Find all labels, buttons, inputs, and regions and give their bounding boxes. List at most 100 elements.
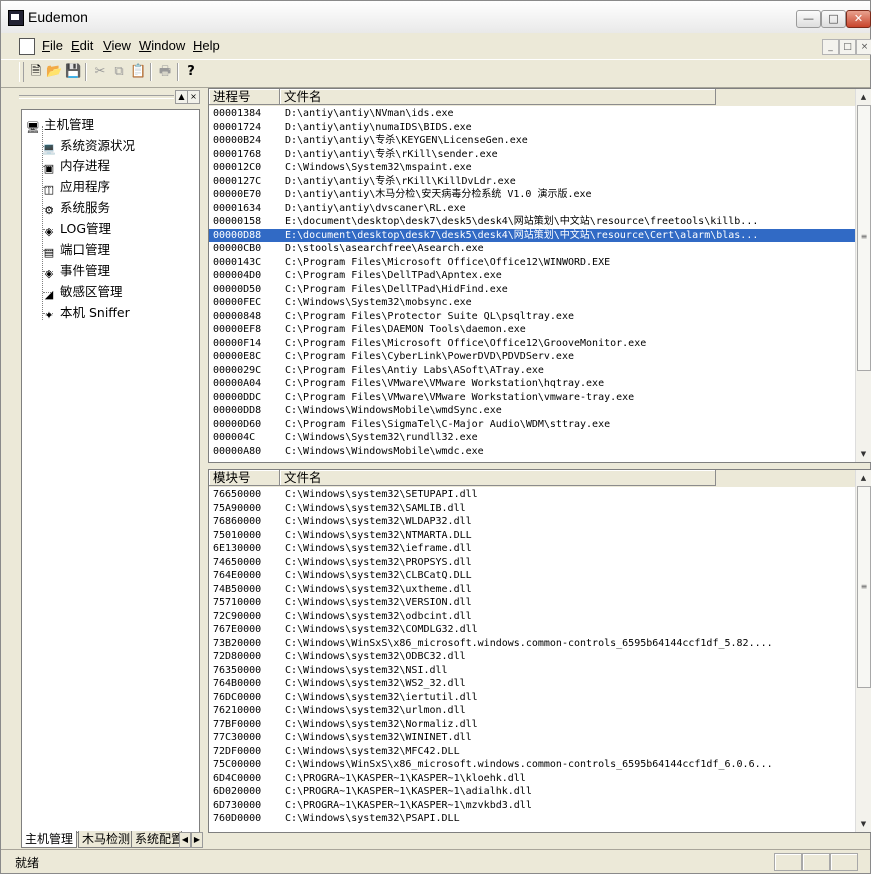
column-module-id[interactable]: 模块号 [209,470,280,486]
module-row[interactable]: 74B50000 C:\Windows\system32\uxtheme.dll [209,583,857,596]
module-row[interactable]: 72D80000 C:\Windows\system32\ODBC32.dll [209,650,857,663]
tab-scroll-right-button[interactable]: ▶ [191,832,203,848]
tree-item-services[interactable]: ⚙ 系统服务 [42,199,110,217]
mdi-restore-button[interactable]: □ [839,39,856,55]
pane-grip[interactable] [19,95,174,99]
scroll-up-icon[interactable]: ▲ [856,470,871,486]
menu-edit[interactable]: Edit [71,38,93,53]
module-row[interactable]: 76350000 C:\Windows\system32\NSI.dll [209,664,857,677]
process-row[interactable]: 00000CB0 D:\stools\asearchfree\Asearch.ex… [209,242,857,255]
process-row[interactable]: 00000F14 C:\Program Files\Microsoft Offic… [209,337,857,350]
mdi-minimize-button[interactable]: _ [822,39,839,55]
process-row[interactable]: 00000DD8 C:\Windows\WindowsMobile\wmdSync… [209,404,857,417]
module-row[interactable]: 75C00000 C:\Windows\WinSxS\x86_microsoft.… [209,758,857,771]
new-icon[interactable]: 🗎 [28,63,44,80]
document-icon[interactable] [19,38,35,55]
module-row[interactable]: 6D730000 C:\PROGRA~1\KASPER~1\KASPER~1\mz… [209,799,857,812]
menu-help[interactable]: Help [193,38,220,53]
print-icon[interactable]: 🖶 [157,63,173,80]
process-row[interactable]: 00001724 D:\antiy\antiy\numaIDS\BIDS.exe [209,121,857,134]
column-file-name[interactable]: 文件名 [280,470,716,486]
module-row[interactable]: 74650000 C:\Windows\system32\PROPSYS.dll [209,556,857,569]
module-row[interactable]: 75A90000 C:\Windows\system32\SAMLIB.dll [209,502,857,515]
scroll-down-icon[interactable]: ▼ [856,816,871,832]
process-row[interactable]: 00000E8C C:\Program Files\CyberLink\Power… [209,350,857,363]
process-row[interactable]: 00000A04 C:\Program Files\VMware\VMware W… [209,377,857,390]
tree-root[interactable]: 🖥 主机管理 [26,116,94,134]
maximize-button[interactable]: □ [821,10,846,28]
column-file-name[interactable]: 文件名 [280,89,716,105]
scroll-down-icon[interactable]: ▼ [856,446,871,462]
menu-window[interactable]: Window [139,38,185,53]
process-row[interactable]: 00000D50 C:\Program Files\DellTPad\HidFin… [209,283,857,296]
module-row[interactable]: 767E0000 C:\Windows\system32\COMDLG32.dll [209,623,857,636]
process-row[interactable]: 00001634 D:\antiy\antiy\dvscaner\RL.exe [209,202,857,215]
paste-icon[interactable]: 📋 [130,63,146,80]
module-row[interactable]: 6D4C0000 C:\PROGRA~1\KASPER~1\KASPER~1\kl… [209,772,857,785]
process-row[interactable]: 0000029C C:\Program Files\Antiy Labs\ASof… [209,364,857,377]
scroll-thumb[interactable]: ≡ [857,486,871,688]
tree-item-sniffer[interactable]: ✦ 本机 Sniffer [42,304,129,322]
module-row[interactable]: 6D020000 C:\PROGRA~1\KASPER~1\KASPER~1\ad… [209,785,857,798]
process-row[interactable]: 00000FEC C:\Windows\System32\mobsync.exe [209,296,857,309]
minimize-button[interactable]: — [796,10,821,28]
process-row[interactable]: 00000D88 E:\document\desktop\desk7\desk5\… [209,228,857,242]
process-row[interactable]: 00000158 E:\document\desktop\desk7\desk5\… [209,215,857,228]
menu-file[interactable]: File [42,38,63,53]
open-icon[interactable]: 📂 [46,63,62,80]
process-row[interactable]: 000004C C:\Windows\System32\rundll32.exe [209,431,857,444]
module-row[interactable]: 764B0000 C:\Windows\system32\WS2_32.dll [209,677,857,690]
module-row[interactable]: 76210000 C:\Windows\system32\urlmon.dll [209,704,857,717]
module-row[interactable]: 76650000 C:\Windows\system32\SETUPAPI.dll [209,488,857,501]
process-row[interactable]: 00001384 D:\antiy\antiy\NVman\ids.exe [209,107,857,120]
process-row[interactable]: 00000E70 D:\antiy\antiy\木马分检\安天病毒分检系统 V1.… [209,188,857,201]
process-row[interactable]: 0000127C D:\antiy\antiy\专杀\rKill\KillDvLd… [209,175,857,188]
cut-icon[interactable]: ✂ [92,63,108,80]
scroll-thumb[interactable]: ≡ [857,105,871,371]
process-row[interactable]: 00000DDC C:\Program Files\VMware\VMware W… [209,391,857,404]
process-row[interactable]: 00001768 D:\antiy\antiy\专杀\rKill\sender.e… [209,148,857,161]
process-row[interactable]: 000004D0 C:\Program Files\DellTPad\Apntex… [209,269,857,282]
process-row[interactable]: 00000EF8 C:\Program Files\DAEMON Tools\da… [209,323,857,336]
module-row[interactable]: 72DF0000 C:\Windows\system32\MFC42.DLL [209,745,857,758]
tree-item-sensitive-zone[interactable]: ◢ 敏感区管理 [42,283,123,301]
module-row[interactable]: 76DC0000 C:\Windows\system32\iertutil.dll [209,691,857,704]
module-row[interactable]: 76860000 C:\Windows\system32\WLDAP32.dll [209,515,857,528]
tab-host-management[interactable]: 主机管理 [21,831,78,848]
module-row[interactable]: 77C30000 C:\Windows\system32\WININET.dll [209,731,857,744]
module-row[interactable]: 73B20000 C:\Windows\WinSxS\x86_microsoft.… [209,637,857,650]
tab-system-config[interactable]: 系统配置 [131,831,182,848]
pane-close-button[interactable]: × [187,90,200,104]
module-row[interactable]: 760D0000 C:\Windows\system32\PSAPI.DLL [209,812,857,825]
process-row[interactable]: 00000848 C:\Program Files\Protector Suite… [209,310,857,323]
module-list-scrollbar[interactable]: ▲ ≡ ▼ [855,470,871,832]
help-icon[interactable]: ? [183,63,199,80]
process-row[interactable]: 00000D60 C:\Program Files\SigmaTel\C-Majo… [209,418,857,431]
tree-item-system-resources[interactable]: 💻 系统资源状况 [42,137,135,155]
tree-item-log[interactable]: ◈ LOG管理 [42,220,111,238]
column-process-id[interactable]: 进程号 [209,89,280,105]
menu-view[interactable]: View [103,38,131,53]
module-row[interactable]: 75010000 C:\Windows\system32\NTMARTA.DLL [209,529,857,542]
toolbar-grip[interactable] [19,62,24,82]
module-row[interactable]: 72C90000 C:\Windows\system32\odbcint.dll [209,610,857,623]
tab-scroll-left-button[interactable]: ◀ [179,832,191,848]
scroll-up-icon[interactable]: ▲ [856,89,871,105]
module-row[interactable]: 77BF0000 C:\Windows\system32\Normaliz.dll [209,718,857,731]
tree-item-ports[interactable]: ▤ 端口管理 [42,241,110,259]
process-row[interactable]: 000012C0 C:\Windows\System32\mspaint.exe [209,161,857,174]
title-bar[interactable]: Eudemon — □ ✕ [1,1,871,34]
process-row[interactable]: 0000143C C:\Program Files\Microsoft Offic… [209,256,857,269]
tree-item-applications[interactable]: ◫ 应用程序 [42,178,110,196]
close-button[interactable]: ✕ [846,10,871,28]
save-icon[interactable]: 💾 [65,63,81,80]
mdi-close-button[interactable]: × [856,39,871,55]
module-row[interactable]: 6E130000 C:\Windows\system32\ieframe.dll [209,542,857,555]
tree-item-events[interactable]: ◈ 事件管理 [42,262,110,280]
process-row[interactable]: 00000B24 D:\antiy\antiy\专杀\KEYGEN\License… [209,134,857,147]
module-row[interactable]: 75710000 C:\Windows\system32\VERSION.dll [209,596,857,609]
copy-icon[interactable]: ⧉ [111,63,127,80]
module-row[interactable]: 764E0000 C:\Windows\system32\CLBCatQ.DLL [209,569,857,582]
tab-trojan-detection[interactable]: 木马检测 [78,831,135,848]
process-list-scrollbar[interactable]: ▲ ≡ ▼ [855,89,871,462]
